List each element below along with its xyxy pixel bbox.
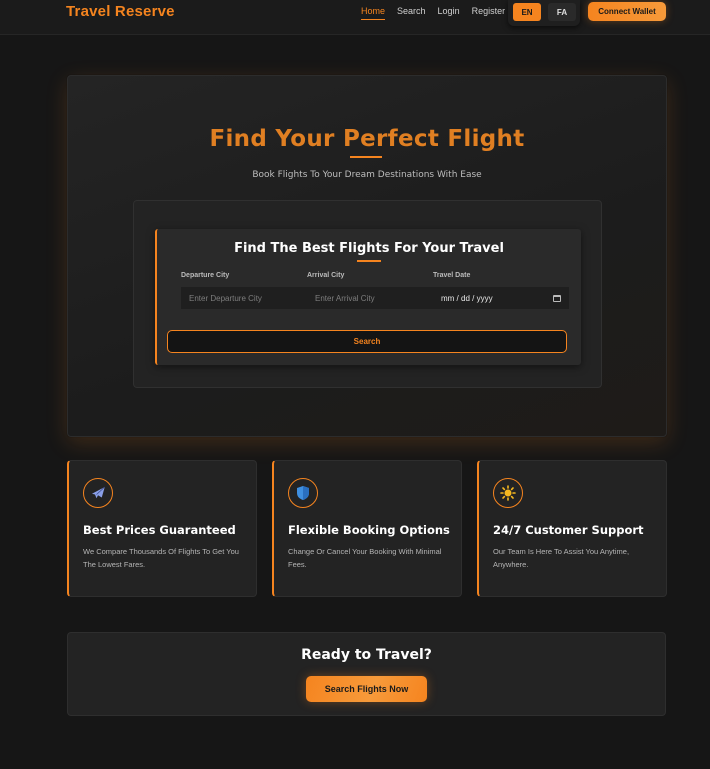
shield-icon [288, 478, 318, 508]
top-header: Travel Reserve Home Search Login Registe… [0, 0, 710, 35]
brand-logo[interactable]: Travel Reserve [66, 3, 175, 20]
departure-label: Departure City [181, 272, 230, 279]
feature-title: Best Prices Guaranteed [83, 523, 236, 537]
search-form-title: Find The Best Flights For Your Travel [234, 241, 504, 256]
search-flights-now-button[interactable]: Search Flights Now [306, 676, 427, 702]
hero-section: Find Your Perfect Flight Book Flights To… [67, 75, 667, 437]
cta-section: Ready to Travel? Search Flights Now [67, 632, 666, 716]
travel-date-input[interactable]: mm / dd / yyyy [433, 287, 569, 309]
nav-register-link[interactable]: Register [472, 6, 506, 20]
nav-home-link[interactable]: Home [361, 6, 386, 20]
flight-search-form: Find The Best Flights For Your Travel De… [155, 229, 581, 365]
hero-title-underline [350, 156, 382, 158]
lang-fa-button[interactable]: FA [548, 3, 576, 21]
feature-description: Our Team Is Here To Assist You Anytime, … [493, 547, 630, 569]
nav-login-link[interactable]: Login [438, 6, 460, 20]
feature-description: We Compare Thousands Of Flights To Get Y… [83, 547, 239, 569]
feature-title: Flexible Booking Options [288, 523, 450, 537]
airplane-icon [83, 478, 113, 508]
lang-en-button[interactable]: EN [513, 3, 541, 21]
search-title-underline [357, 260, 381, 262]
calendar-icon[interactable] [553, 294, 561, 302]
feature-card-flexible: Flexible Booking Options Change Or Cance… [272, 460, 462, 597]
feature-card-support: 24/7 Customer Support Our Team Is Here T… [477, 460, 667, 597]
travel-date-label: Travel Date [433, 272, 471, 279]
language-switcher: EN FA [508, 0, 580, 26]
main-nav: Home Search Login Register [361, 6, 517, 20]
search-panel: Find The Best Flights For Your Travel De… [133, 200, 602, 388]
feature-title: 24/7 Customer Support [493, 523, 644, 537]
feature-description: Change Or Cancel Your Booking With Minim… [288, 547, 442, 569]
connect-wallet-button[interactable]: Connect Wallet [588, 2, 666, 21]
hero-title: Find Your Perfect Flight [209, 126, 525, 152]
sun-icon [493, 478, 523, 508]
travel-date-value: mm / dd / yyyy [441, 293, 493, 303]
departure-city-input[interactable] [181, 287, 307, 309]
feature-card-prices: Best Prices Guaranteed We Compare Thousa… [67, 460, 257, 597]
hero-subtitle: Book Flights To Your Dream Destinations … [252, 170, 482, 180]
search-button[interactable]: Search [167, 330, 567, 353]
arrival-city-input[interactable] [307, 287, 433, 309]
nav-search-link[interactable]: Search [397, 6, 426, 20]
arrival-label: Arrival City [307, 272, 345, 279]
cta-title: Ready to Travel? [301, 647, 432, 663]
